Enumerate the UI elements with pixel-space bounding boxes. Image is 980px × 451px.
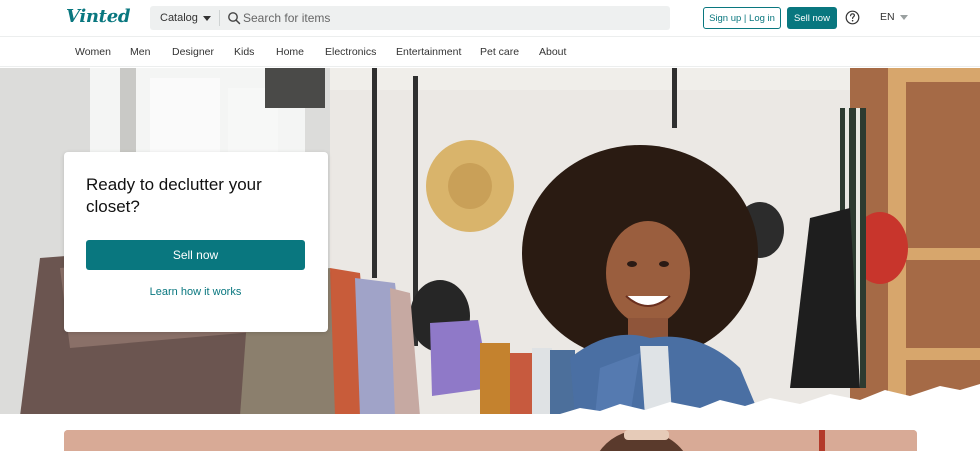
nav-item-home[interactable]: Home: [276, 46, 304, 58]
language-label: EN: [880, 11, 895, 23]
catalog-dropdown[interactable]: Catalog: [150, 6, 218, 30]
category-nav: Women Men Designer Kids Home Electronics…: [0, 36, 980, 67]
learn-how-it-works-link[interactable]: Learn how it works: [86, 286, 305, 298]
hero-cta-card: Ready to declutter your closet? Sell now…: [64, 152, 328, 332]
search-input[interactable]: [243, 8, 663, 28]
nav-item-men[interactable]: Men: [130, 46, 150, 58]
chevron-down-icon: [899, 14, 908, 20]
catalog-label: Catalog: [160, 12, 198, 24]
promo-banner-image: [64, 430, 917, 451]
top-header: Vinted Catalog Sign up | Log in Sell now…: [0, 0, 980, 35]
nav-item-about[interactable]: About: [539, 46, 566, 58]
nav-item-entertainment[interactable]: Entertainment: [396, 46, 461, 58]
language-selector[interactable]: EN: [880, 11, 908, 23]
hero-title: Ready to declutter your closet?: [86, 175, 262, 216]
vinted-logo[interactable]: Vinted: [66, 6, 130, 27]
hero-sell-button[interactable]: Sell now: [86, 240, 305, 270]
hero-banner: Ready to declutter your closet? Sell now…: [0, 68, 980, 416]
header-sell-button[interactable]: Sell now: [787, 7, 837, 29]
search-icon: [228, 12, 241, 25]
help-icon[interactable]: [845, 10, 860, 25]
nav-item-women[interactable]: Women: [75, 46, 111, 58]
nav-item-electronics[interactable]: Electronics: [325, 46, 376, 58]
search-divider: [219, 10, 220, 26]
chevron-down-icon: [202, 15, 211, 21]
nav-item-pet-care[interactable]: Pet care: [480, 46, 519, 58]
search-bar: Catalog: [150, 6, 670, 30]
signup-login-button[interactable]: Sign up | Log in: [703, 7, 781, 29]
promo-banner: [64, 430, 917, 451]
nav-item-kids[interactable]: Kids: [234, 46, 254, 58]
nav-item-designer[interactable]: Designer: [172, 46, 214, 58]
